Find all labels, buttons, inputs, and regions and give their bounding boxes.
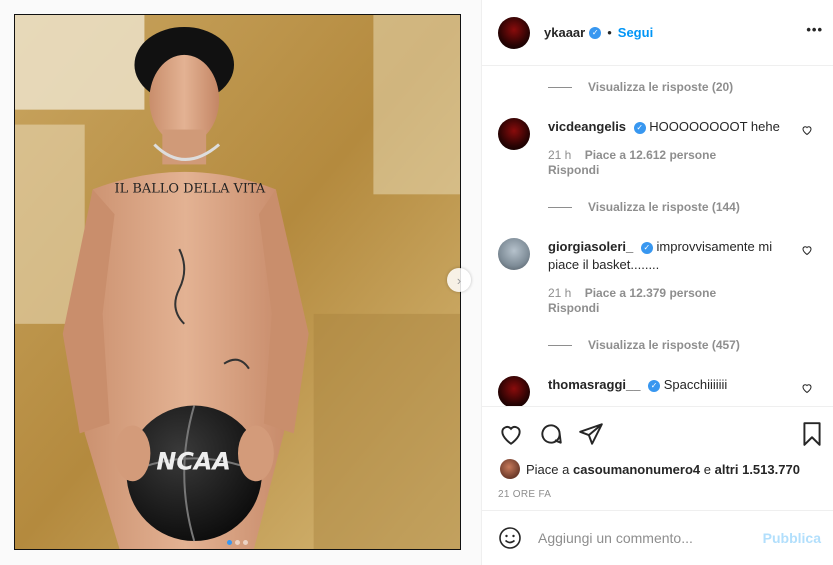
carousel-indicator	[15, 540, 460, 545]
view-replies-label[interactable]: Visualizza le risposte (144)	[588, 200, 740, 214]
likes-middle: e	[703, 461, 712, 477]
tattoo-text: IL BALLO DELLA VITA	[115, 181, 266, 196]
comments-list[interactable]: Visualizza le risposte (20) vicdeangelis…	[482, 66, 833, 406]
comment-item: thomasraggi__ ✓ Spacchiiiiiii	[482, 376, 833, 406]
commenter-username[interactable]: giorgiasoleri_	[548, 239, 633, 254]
heart-icon[interactable]	[801, 244, 813, 256]
replies-line	[548, 86, 572, 88]
heart-icon[interactable]	[801, 382, 813, 394]
chevron-right-icon: ›	[456, 272, 462, 288]
author-avatar[interactable]	[498, 16, 530, 49]
likes-summary[interactable]: Piace a casoumanonumero4 e altri 1.513.7…	[500, 459, 800, 479]
comment-text: Spacchiiiiiii	[663, 377, 728, 392]
comment-item: vicdeangelis ✓ HOOOOOOOOT hehe 21 h Piac…	[482, 118, 833, 178]
more-options-icon[interactable]: •••	[806, 22, 823, 37]
commenter-username[interactable]: thomasraggi__	[548, 377, 640, 392]
publish-button[interactable]: Pubblica	[763, 530, 821, 546]
comment-likes[interactable]: Piace a 12.379 persone	[585, 286, 716, 300]
post-photo: IL BALLO DELLA VITA NCAA	[15, 15, 460, 549]
verified-badge-icon: ✓	[640, 241, 653, 254]
add-comment-bar: Pubblica	[482, 510, 833, 565]
post-image-container[interactable]: IL BALLO DELLA VITA NCAA	[14, 14, 461, 550]
share-icon[interactable]	[578, 421, 604, 447]
ball-logo-text: NCAA	[156, 447, 230, 475]
follow-button[interactable]: Segui	[618, 25, 653, 40]
heart-icon[interactable]	[498, 421, 524, 447]
reply-button[interactable]: Rispondi	[548, 163, 793, 178]
comment-icon[interactable]	[538, 421, 564, 447]
verified-badge-icon: ✓	[589, 26, 602, 39]
view-replies-label[interactable]: Visualizza le risposte (457)	[588, 338, 740, 352]
view-replies[interactable]: Visualizza le risposte (144)	[482, 196, 833, 218]
post-timestamp[interactable]: 21 ORE FA	[498, 489, 551, 500]
replies-line	[548, 206, 572, 208]
verified-badge-icon: ✓	[633, 121, 646, 134]
dot-separator: •	[607, 25, 612, 40]
liker-username[interactable]: casoumanonumero4	[573, 462, 700, 477]
comment-time[interactable]: 21 h	[548, 286, 571, 300]
commenter-username[interactable]: vicdeangelis	[548, 119, 626, 134]
next-slide-button[interactable]: ›	[447, 268, 471, 292]
carousel-dot	[243, 540, 248, 545]
liker-avatar[interactable]	[500, 459, 520, 479]
commenter-avatar[interactable]	[498, 238, 530, 270]
view-replies-label[interactable]: Visualizza le risposte (20)	[588, 80, 733, 94]
comment-likes[interactable]: Piace a 12.612 persone	[585, 148, 716, 162]
replies-line	[548, 344, 572, 346]
verified-badge-icon: ✓	[648, 379, 661, 392]
commenter-avatar[interactable]	[498, 118, 530, 150]
heart-icon[interactable]	[801, 124, 813, 136]
carousel-dot	[235, 540, 240, 545]
author-username[interactable]: ykaaar	[544, 25, 585, 40]
view-replies[interactable]: Visualizza le risposte (457)	[482, 334, 833, 356]
emoji-icon[interactable]	[498, 526, 522, 550]
bookmark-icon[interactable]	[799, 421, 825, 447]
likes-others[interactable]: altri 1.513.770	[715, 462, 800, 477]
post-side-panel: ykaaar ✓ • Segui ••• Visualizza le rispo…	[481, 0, 833, 565]
reply-button[interactable]: Rispondi	[548, 301, 793, 316]
carousel-dot-active	[227, 540, 232, 545]
comment-item: giorgiasoleri_ ✓ improvvisamente mi piac…	[482, 238, 833, 316]
comment-text: HOOOOOOOOT hehe	[649, 119, 780, 134]
post-header: ykaaar ✓ • Segui •••	[482, 0, 833, 66]
commenter-avatar[interactable]	[498, 376, 530, 406]
view-replies[interactable]: Visualizza le risposte (20)	[482, 76, 833, 98]
post-actions: Piace a casoumanonumero4 e altri 1.513.7…	[482, 406, 833, 506]
likes-prefix: Piace a	[526, 461, 570, 477]
comment-input[interactable]	[538, 530, 748, 546]
comment-time[interactable]: 21 h	[548, 148, 571, 162]
